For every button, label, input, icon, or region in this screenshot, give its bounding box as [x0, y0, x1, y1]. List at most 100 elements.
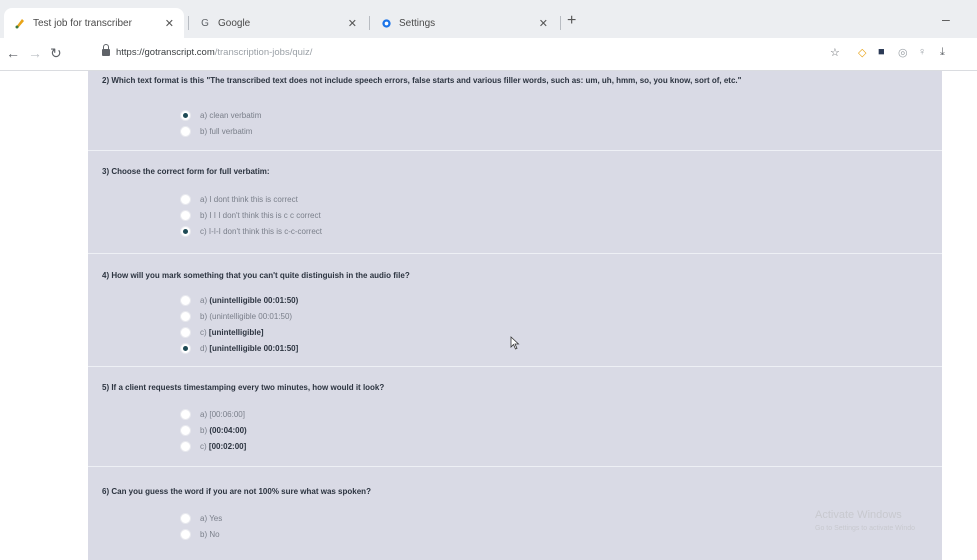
question-3: 3) Choose the correct form for full verb… [88, 151, 942, 254]
option-value: [00:02:00] [208, 441, 247, 451]
option-value: [00:06:00] [209, 409, 245, 419]
option-b[interactable]: b) (00:04:00) [180, 423, 247, 437]
option-label: b) I I I don't think this is c c correct [200, 210, 321, 220]
option-label: a) Yes [200, 513, 223, 523]
option-label: a) [00:06:00] [200, 410, 245, 419]
extension-box-icon[interactable]: ■ [878, 46, 885, 58]
activate-windows-watermark: Activate Windows Go to Settings to activ… [815, 509, 915, 535]
question-text: 3) Choose the correct form for full verb… [102, 167, 270, 176]
option-prefix: a) [200, 295, 208, 305]
transcriber-favicon-icon [14, 17, 26, 29]
watermark-subtitle: Go to Settings to activate Windo [815, 525, 915, 532]
option-clean-verbatim[interactable]: a) clean verbatim [180, 108, 261, 122]
download-icon[interactable]: ⤓ [940, 46, 945, 59]
option-label: b) (00:04:00) [200, 426, 247, 435]
radio-button[interactable] [180, 512, 191, 524]
option-label: d) [unintelligible 00:01:50] [200, 344, 298, 353]
tab-test-job[interactable]: Test job for transcriber ✕ [4, 8, 184, 38]
option-prefix: b) [200, 425, 208, 435]
option-prefix: c) [200, 441, 207, 451]
radio-button[interactable] [180, 528, 191, 540]
tab-google[interactable]: G Google ✕ [189, 8, 367, 38]
forward-arrow-icon[interactable]: → [28, 45, 42, 61]
option-a[interactable]: a) (unintelligible 00:01:50) [180, 293, 298, 307]
option-full-verbatim[interactable]: b) full verbatim [180, 124, 252, 138]
tab-separator [560, 16, 561, 30]
question-6: 6) Can you guess the word if you are not… [88, 467, 942, 560]
tab-title: Test job for transcriber [33, 17, 132, 29]
radio-button[interactable] [180, 326, 191, 338]
question-text: 5) If a client requests timestamping eve… [102, 383, 385, 392]
google-favicon-icon: G [201, 17, 209, 29]
tab-title: Settings [399, 17, 436, 29]
option-prefix: c) [200, 327, 207, 337]
option-value: (unintelligible 00:01:50) [209, 311, 293, 321]
back-arrow-icon[interactable]: ← [6, 45, 20, 61]
lock-icon [102, 44, 110, 56]
radio-button[interactable] [180, 408, 191, 420]
option-label: b) full verbatim [200, 126, 253, 136]
option-label: a) (unintelligible 00:01:50) [200, 296, 298, 305]
option-yes[interactable]: a) Yes [180, 511, 222, 525]
option-a[interactable]: a) I dont think this is correct [180, 192, 298, 206]
question-text: 2) Which text format is this "The transc… [102, 76, 742, 85]
url-host: https://gotranscript.com [116, 47, 215, 58]
option-value: (unintelligible 00:01:50) [209, 295, 299, 305]
question-2: 2) Which text format is this "The transc… [88, 71, 942, 151]
option-prefix: a) [200, 409, 208, 419]
minimize-icon[interactable]: – [942, 11, 950, 27]
radio-button[interactable] [180, 310, 191, 322]
radio-button-checked[interactable] [180, 342, 191, 354]
close-icon[interactable]: ✕ [348, 17, 357, 30]
tab-strip: Test job for transcriber ✕ G Google ✕ Se… [0, 0, 977, 38]
quiz-panel: 2) Which text format is this "The transc… [88, 71, 942, 560]
url-path: /transcription-jobs/quiz/ [214, 47, 313, 58]
radio-button[interactable] [180, 424, 191, 436]
close-icon[interactable]: ✕ [165, 17, 174, 30]
option-value: [unintelligible] [208, 327, 264, 337]
radio-button-checked[interactable] [180, 109, 191, 121]
option-label: c) [00:02:00] [200, 442, 246, 451]
radio-button[interactable] [180, 440, 191, 452]
extension-lightbulb-icon[interactable]: ♀ [918, 46, 926, 58]
option-label: b) No [200, 529, 220, 539]
option-c[interactable]: c) [unintelligible] [180, 325, 264, 339]
gear-icon [380, 17, 392, 29]
browser-toolbar: ← → ↻ https://gotranscript.com/transcrip… [0, 38, 977, 71]
option-c[interactable]: c) [00:02:00] [180, 439, 246, 453]
extension-icon[interactable]: ◇ [858, 46, 866, 59]
star-icon[interactable]: ☆ [830, 46, 840, 59]
radio-button[interactable] [180, 125, 191, 137]
radio-button[interactable] [180, 193, 191, 205]
mouse-cursor-icon [510, 336, 520, 353]
option-c[interactable]: c) I-I-I don't think this is c-c-correct [180, 224, 322, 238]
option-a[interactable]: a) [00:06:00] [180, 407, 245, 421]
option-label: a) clean verbatim [200, 110, 262, 120]
address-bar[interactable]: https://gotranscript.com/transcription-j… [116, 47, 312, 58]
option-d[interactable]: d) [unintelligible 00:01:50] [180, 341, 298, 355]
radio-button[interactable] [180, 209, 191, 221]
option-label: a) I dont think this is correct [200, 194, 298, 204]
option-prefix: b) [200, 311, 208, 321]
reload-icon[interactable]: ↻ [50, 45, 62, 62]
new-tab-plus-icon[interactable]: + [567, 12, 576, 30]
option-no[interactable]: b) No [180, 527, 220, 541]
extension-circle-icon[interactable]: ◎ [898, 46, 908, 59]
option-b[interactable]: b) I I I don't think this is c c correct [180, 208, 321, 222]
option-prefix: d) [200, 343, 208, 353]
option-value: (00:04:00) [209, 425, 247, 435]
option-label: c) [unintelligible] [200, 328, 264, 337]
page-content: 2) Which text format is this "The transc… [0, 71, 977, 560]
close-icon[interactable]: ✕ [539, 17, 548, 30]
option-b[interactable]: b) (unintelligible 00:01:50) [180, 309, 292, 323]
radio-button-checked[interactable] [180, 225, 191, 237]
option-label: c) I-I-I don't think this is c-c-correct [200, 226, 322, 236]
question-text: 4) How will you mark something that you … [102, 271, 410, 280]
tab-title: Google [218, 17, 251, 29]
option-label: b) (unintelligible 00:01:50) [200, 312, 292, 321]
option-value: [unintelligible 00:01:50] [209, 343, 299, 353]
question-text: 6) Can you guess the word if you are not… [102, 487, 371, 496]
tab-settings[interactable]: Settings ✕ [370, 8, 558, 38]
radio-button[interactable] [180, 294, 191, 306]
watermark-title: Activate Windows [815, 509, 902, 521]
